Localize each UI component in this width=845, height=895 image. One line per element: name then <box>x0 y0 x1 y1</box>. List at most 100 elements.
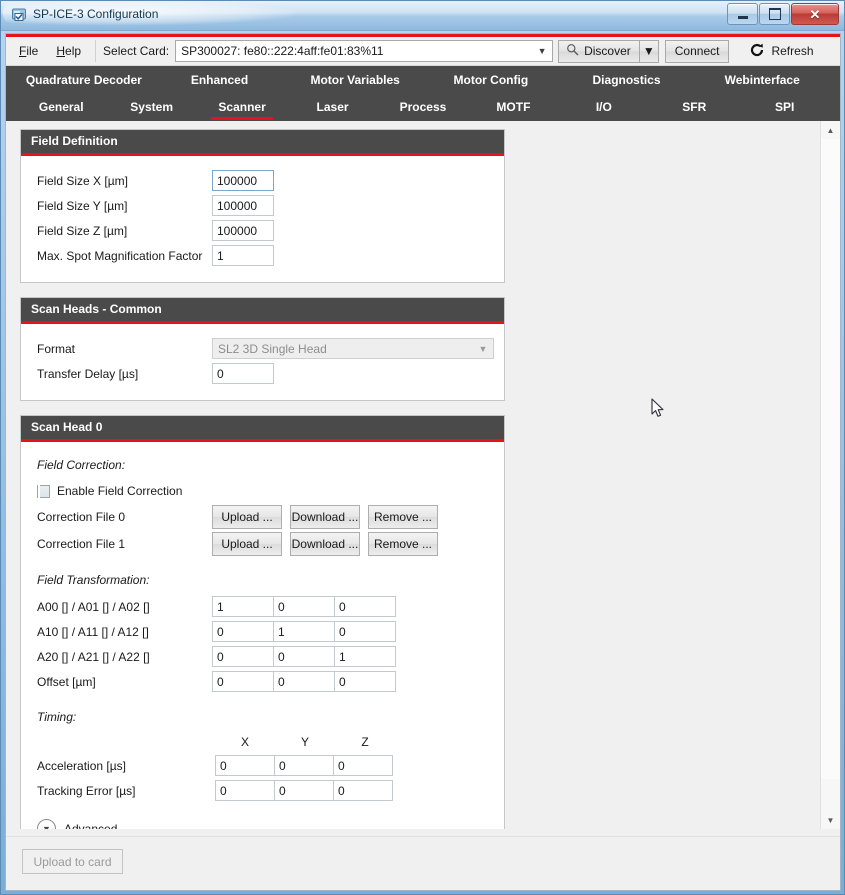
maximize-button[interactable] <box>759 3 790 25</box>
tab-io[interactable]: I/O <box>559 93 649 121</box>
row-enable-field-correction: Enable Field Correction <box>37 479 494 503</box>
tab-label: Diagnostics <box>592 72 661 87</box>
connect-label: Connect <box>674 44 720 58</box>
max-spot-magnification-input[interactable]: 1 <box>212 245 274 266</box>
menu-file[interactable]: File <box>10 40 47 62</box>
select-card-combobox[interactable]: SP300027: fe80::222:4aff:fe01:83%11 ▼ <box>175 40 554 62</box>
enable-field-correction-checkbox[interactable] <box>37 484 50 501</box>
acceleration-z-input[interactable]: 0 <box>333 755 393 776</box>
tab-motor-config[interactable]: Motor Config <box>423 66 559 93</box>
client-area: File Help Select Card: SP300027: fe80::2… <box>5 33 841 891</box>
correction-file-1-upload-button[interactable]: Upload ... <box>212 531 282 556</box>
offset-x-input[interactable]: 0 <box>212 671 274 692</box>
tab-general[interactable]: General <box>16 93 106 121</box>
close-button[interactable]: ✕ <box>791 3 839 25</box>
group-scan-head-0: Scan Head 0 Field Correction: Enable Fie… <box>20 415 505 829</box>
scroll-down-button[interactable]: ▼ <box>821 811 840 829</box>
scroll-up-button[interactable]: ▲ <box>821 121 840 139</box>
minimize-button[interactable] <box>727 3 758 25</box>
correction-file-0-upload-button[interactable]: Upload ... <box>212 504 282 529</box>
row-transformation-a0: A00 [] / A01 [] / A02 [] 1 0 0 <box>37 594 494 619</box>
offset-z-input[interactable]: 0 <box>334 671 396 692</box>
transformation-a02-input[interactable]: 0 <box>334 596 396 617</box>
tab-process[interactable]: Process <box>378 93 468 121</box>
correction-file-0-download-button[interactable]: Download ... <box>290 504 360 529</box>
tab-label: SFR <box>682 100 707 114</box>
row-transfer-delay: Transfer Delay [µs] 0 <box>37 361 494 386</box>
correction-file-1-download-button[interactable]: Download ... <box>290 531 360 556</box>
window-title: SP-ICE-3 Configuration <box>33 7 159 21</box>
enable-field-correction-label: Enable Field Correction <box>57 484 183 498</box>
tab-bars: Quadrature Decoder Enhanced Motor Variab… <box>6 66 840 121</box>
advanced-expander[interactable]: ▼ Advanced <box>37 819 494 829</box>
tab-spi[interactable]: SPI <box>740 93 830 121</box>
transformation-a00-input[interactable]: 1 <box>212 596 274 617</box>
tab-webinterface[interactable]: Webinterface <box>694 66 830 93</box>
correction-file-1-remove-button[interactable]: Remove ... <box>368 531 438 556</box>
tab-system[interactable]: System <box>106 93 196 121</box>
tracking-error-z-input[interactable]: 0 <box>333 780 393 801</box>
tab-laser[interactable]: Laser <box>287 93 377 121</box>
row-correction-file-0: Correction File 0 Upload ... Download ..… <box>37 503 494 530</box>
chevron-down-icon[interactable]: ▼ <box>532 41 552 61</box>
select-card-label: Select Card: <box>103 44 170 58</box>
field-correction-heading: Field Correction: <box>37 458 126 472</box>
row-offset: Offset [µm] 0 0 0 <box>37 669 494 694</box>
connect-button[interactable]: Connect <box>664 39 730 63</box>
acceleration-y-input[interactable]: 0 <box>274 755 334 776</box>
timing-heading: Timing: <box>37 710 77 724</box>
tab-enhanced[interactable]: Enhanced <box>152 66 288 93</box>
tracking-error-y-input[interactable]: 0 <box>274 780 334 801</box>
format-combobox: SL2 3D Single Head ▼ <box>212 338 494 359</box>
tab-scanner[interactable]: Scanner <box>197 93 287 121</box>
transformation-a10-input[interactable]: 0 <box>212 621 274 642</box>
tab-quadrature-decoder[interactable]: Quadrature Decoder <box>16 66 152 93</box>
field-size-z-input[interactable]: 100000 <box>212 220 274 241</box>
tab-label: Webinterface <box>724 72 800 87</box>
discover-dropdown-button[interactable]: ▼ <box>638 39 659 63</box>
correction-file-0-remove-button[interactable]: Remove ... <box>368 504 438 529</box>
transfer-delay-input[interactable]: 0 <box>212 363 274 384</box>
application-window: SP-ICE-3 Configuration ✕ File Help Selec… <box>0 0 845 895</box>
scrollbar-thumb[interactable] <box>821 139 840 779</box>
field-size-x-input[interactable]: 100000 <box>212 170 274 191</box>
refresh-icon <box>749 42 765 61</box>
offset-y-input[interactable]: 0 <box>273 671 335 692</box>
transformation-a11-input[interactable]: 1 <box>273 621 335 642</box>
max-spot-magnification-label: Max. Spot Magnification Factor <box>37 248 203 263</box>
title-bar[interactable]: SP-ICE-3 Configuration ✕ <box>1 1 844 31</box>
group-title: Field Definition <box>21 130 504 156</box>
toolbar-divider <box>95 40 97 62</box>
bottom-bar: Upload to card <box>6 836 840 890</box>
timing-column-headers: X Y Z <box>37 731 494 753</box>
tab-diagnostics[interactable]: Diagnostics <box>559 66 695 93</box>
transformation-a21-input[interactable]: 0 <box>273 646 335 667</box>
group-scan-heads-common: Scan Heads - Common Format SL2 3D Single… <box>20 297 505 401</box>
transformation-a22-input[interactable]: 1 <box>334 646 396 667</box>
tab-motor-variables[interactable]: Motor Variables <box>287 66 423 93</box>
field-size-x-label: Field Size X [µm] <box>37 173 128 188</box>
row-tracking-error: Tracking Error [µs] 0 0 0 <box>37 778 494 803</box>
acceleration-x-input[interactable]: 0 <box>215 755 275 776</box>
discover-button[interactable]: Discover <box>558 39 639 63</box>
transformation-a01-input[interactable]: 0 <box>273 596 335 617</box>
refresh-button[interactable]: Refresh <box>739 40 823 63</box>
transformation-a20-input[interactable]: 0 <box>212 646 274 667</box>
upload-to-card-button[interactable]: Upload to card <box>22 849 123 874</box>
menu-help[interactable]: Help <box>47 40 90 62</box>
tracking-error-x-input[interactable]: 0 <box>215 780 275 801</box>
tab-sfr[interactable]: SFR <box>649 93 739 121</box>
card-check-icon <box>11 6 27 22</box>
vertical-scrollbar[interactable]: ▲ ▼ <box>820 121 840 829</box>
row-transformation-a1: A10 [] / A11 [] / A12 [] 0 1 0 <box>37 619 494 644</box>
minimize-icon <box>737 15 748 19</box>
row-acceleration: Acceleration [µs] 0 0 0 <box>37 753 494 778</box>
tab-motf[interactable]: MOTF <box>468 93 558 121</box>
field-size-y-input[interactable]: 100000 <box>212 195 274 216</box>
group-body: Format SL2 3D Single Head ▼ Transfer Del… <box>21 324 504 400</box>
transformation-a12-input[interactable]: 0 <box>334 621 396 642</box>
tab-label: SPI <box>775 100 795 114</box>
tab-label: I/O <box>595 100 612 114</box>
